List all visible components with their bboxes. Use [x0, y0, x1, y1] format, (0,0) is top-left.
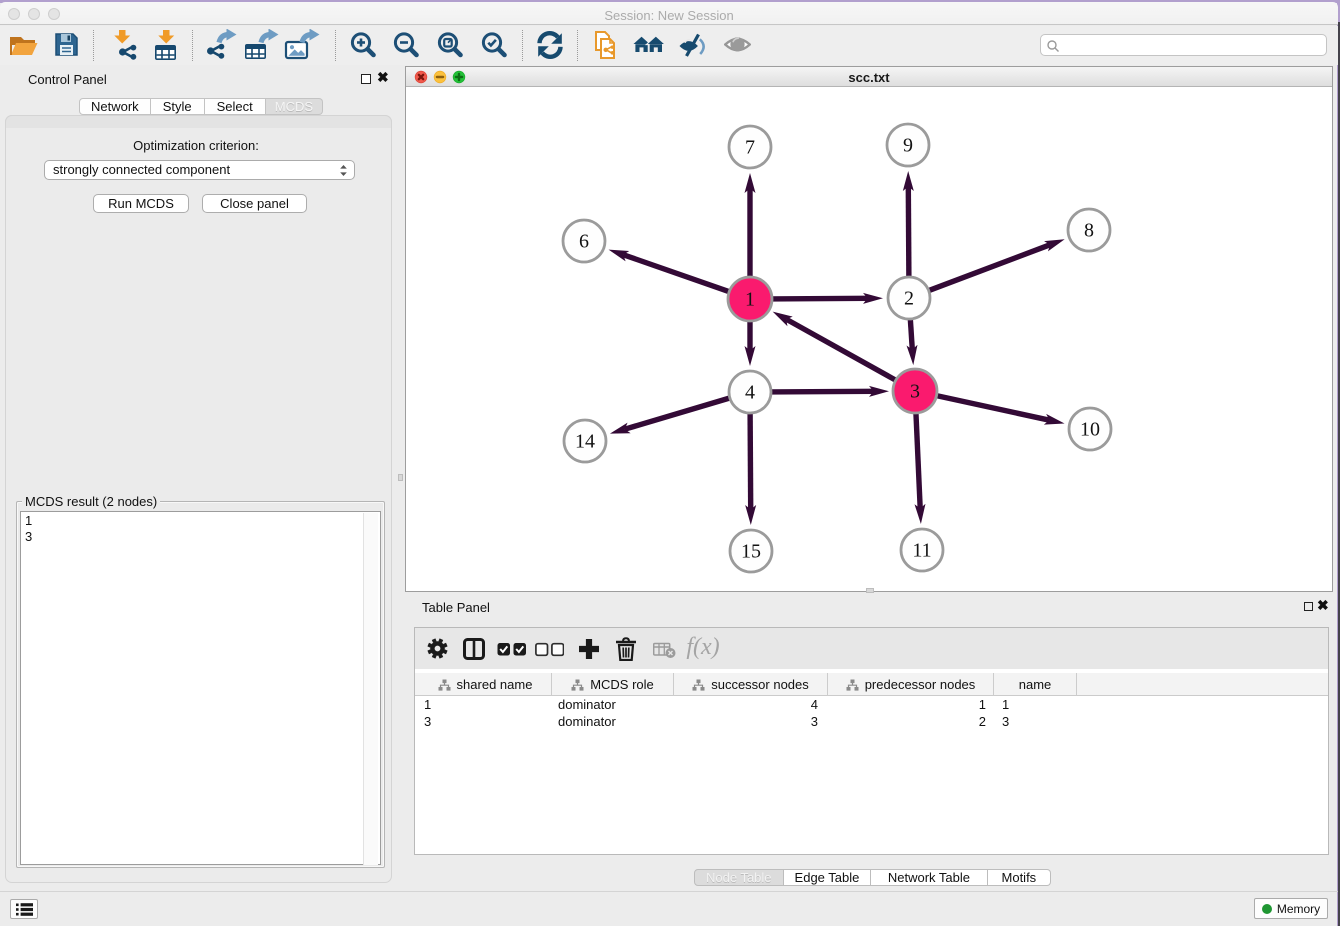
svg-text:15: 15 — [741, 541, 761, 563]
svg-text:1: 1 — [745, 289, 755, 311]
svg-text:11: 11 — [912, 540, 931, 562]
svg-text:7: 7 — [745, 137, 755, 159]
svg-text:8: 8 — [1084, 220, 1094, 242]
svg-text:2: 2 — [904, 288, 914, 310]
svg-text:10: 10 — [1080, 419, 1100, 441]
svg-text:14: 14 — [575, 431, 595, 453]
svg-text:3: 3 — [910, 381, 920, 403]
svg-text:9: 9 — [903, 135, 913, 157]
svg-text:4: 4 — [745, 382, 755, 404]
svg-text:6: 6 — [579, 231, 589, 253]
